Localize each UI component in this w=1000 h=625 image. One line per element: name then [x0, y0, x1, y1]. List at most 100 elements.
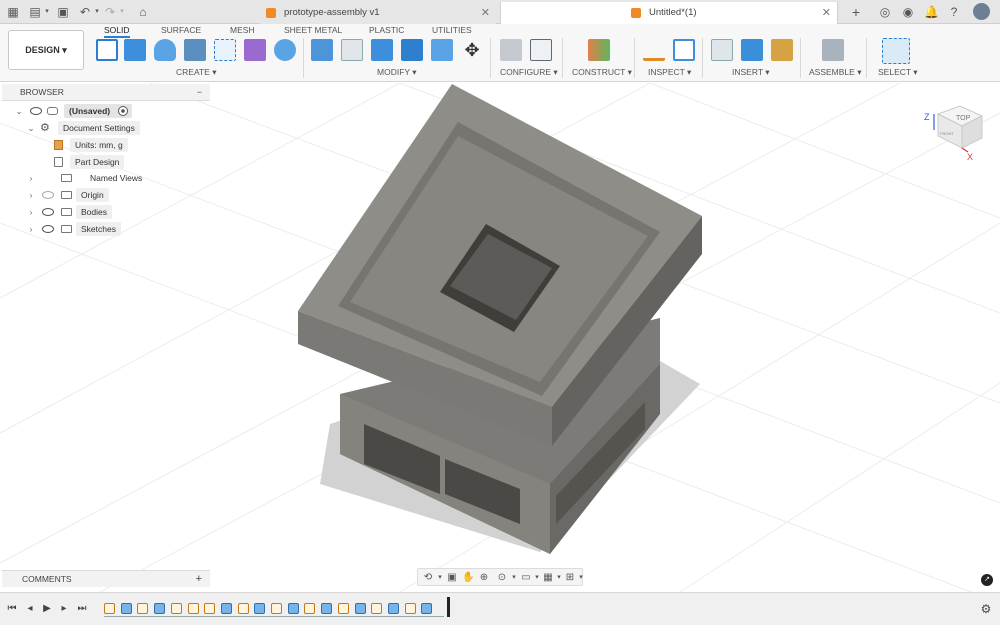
section-analysis-icon[interactable] [673, 39, 695, 61]
model-3d-view[interactable] [290, 84, 710, 554]
browser-root[interactable]: ⌄ (Unsaved) [14, 104, 214, 118]
timeline-sketch-item[interactable] [404, 603, 416, 614]
move-copy-icon[interactable]: ✥ [461, 39, 483, 61]
viewports-chevron-icon[interactable]: ▾ [575, 572, 587, 584]
group-inspect[interactable]: INSPECT ▾ [648, 67, 691, 78]
timeline-extrude-item[interactable] [421, 603, 433, 614]
viewcube[interactable]: TOP FRONT Z X [920, 100, 990, 160]
chevron-right-icon[interactable]: › [26, 188, 36, 202]
avatar[interactable] [973, 3, 990, 20]
timeline-settings-gear-icon[interactable]: ⚙ [980, 603, 992, 615]
group-select[interactable]: SELECT ▾ [878, 67, 918, 78]
group-create[interactable]: CREATE ▾ [176, 67, 217, 78]
timeline-sketch-item[interactable] [237, 603, 249, 614]
tab-sheet-metal[interactable]: SHEET METAL [284, 25, 342, 35]
app-grid-icon[interactable]: ▦ [6, 5, 20, 19]
timeline-marker[interactable] [447, 597, 450, 617]
chevron-right-icon[interactable]: › [26, 222, 36, 236]
box-icon[interactable] [244, 39, 266, 61]
select-icon[interactable] [882, 38, 910, 64]
browser-document-settings[interactable]: ⌄ ⚙ Document Settings [26, 121, 216, 135]
browser-named-views[interactable]: › Named Views [26, 171, 216, 185]
visibility-eye-icon[interactable] [42, 208, 54, 216]
comments-panel[interactable]: COMMENTS + [2, 570, 210, 587]
extrude-icon[interactable] [124, 39, 146, 61]
tab-plastic[interactable]: PLASTIC [369, 25, 404, 35]
help-icon[interactable]: ? [947, 5, 961, 19]
group-assemble[interactable]: ASSEMBLE ▾ [809, 67, 861, 78]
tab-solid[interactable]: SOLID [104, 25, 130, 38]
timeline-extrude-item[interactable] [220, 603, 232, 614]
save-icon[interactable]: ▣ [56, 5, 70, 19]
browser-bodies[interactable]: › Bodies [26, 205, 216, 219]
browser-header[interactable]: BROWSER − [2, 84, 210, 101]
look-at-icon[interactable]: ▣ [446, 572, 458, 584]
group-insert[interactable]: INSERT ▾ [732, 67, 770, 78]
visibility-hidden-eye-icon[interactable] [42, 191, 54, 199]
visibility-eye-icon[interactable] [30, 107, 42, 115]
fit-chevron-icon[interactable]: ▾ [508, 572, 520, 584]
timeline-extrude-item[interactable] [287, 603, 299, 614]
timeline-extrude-item[interactable] [387, 603, 399, 614]
shell-icon[interactable] [401, 39, 423, 61]
zoom-icon[interactable]: ⊕ [478, 572, 490, 584]
timeline-sketch-item[interactable] [170, 603, 182, 614]
revolve-icon[interactable] [154, 39, 176, 61]
hole-icon[interactable] [184, 39, 206, 61]
plane-icon[interactable] [588, 39, 610, 61]
activate-radio-icon[interactable] [118, 106, 128, 116]
configure-icon[interactable] [500, 39, 522, 61]
tab-prototype-assembly[interactable]: prototype-assembly v1 ✕ [260, 2, 496, 24]
browser-units[interactable]: Units: mm, g [54, 138, 214, 152]
joint-icon[interactable] [822, 39, 844, 61]
timeline-sketch-item[interactable] [337, 603, 349, 614]
close-icon[interactable]: ✕ [481, 2, 490, 24]
timeline-extrude-item[interactable] [120, 603, 132, 614]
new-tab-icon[interactable]: + [849, 5, 863, 19]
add-comment-icon[interactable]: + [196, 571, 202, 588]
go-to-start-icon[interactable]: ⏮ [6, 603, 18, 615]
close-icon[interactable]: ✕ [822, 2, 831, 24]
file-menu-chevron-icon[interactable]: ▾ [40, 5, 54, 19]
visibility-eye-icon[interactable] [42, 225, 54, 233]
orbit-icon[interactable]: ⟲ [422, 572, 434, 584]
timeline-sketch-item[interactable] [187, 603, 199, 614]
timeline-sketch-item[interactable] [304, 603, 316, 614]
chevron-down-icon[interactable]: ⌄ [14, 104, 24, 118]
tab-mesh[interactable]: MESH [230, 25, 255, 35]
browser-sketches[interactable]: › Sketches [26, 222, 216, 236]
chevron-right-icon[interactable]: › [26, 205, 36, 219]
group-construct[interactable]: CONSTRUCT ▾ [572, 67, 632, 78]
go-to-end-icon[interactable]: ⏭ [76, 603, 88, 615]
insert-image-icon[interactable] [741, 39, 763, 61]
step-back-icon[interactable]: ◂ [24, 603, 36, 615]
group-modify[interactable]: MODIFY ▾ [377, 67, 417, 78]
pan-icon[interactable]: ✋ [462, 572, 474, 584]
notifications-icon[interactable]: 🔔 [924, 5, 939, 19]
text-commands-icon[interactable]: ↗ [981, 574, 993, 586]
timeline-sketch-item[interactable] [204, 603, 216, 614]
timeline-sketch-item[interactable] [371, 603, 383, 614]
group-configure[interactable]: CONFIGURE ▾ [500, 67, 558, 78]
combine-icon[interactable] [274, 39, 296, 61]
timeline-extrude-item[interactable] [154, 603, 166, 614]
fit-icon[interactable]: ⊙ [496, 572, 508, 584]
chevron-down-icon[interactable]: ⌄ [26, 121, 36, 135]
pattern-icon[interactable] [214, 39, 236, 61]
orbit-chevron-icon[interactable]: ▾ [434, 572, 446, 584]
chevron-right-icon[interactable]: › [26, 171, 36, 185]
timeline-extrude-item[interactable] [354, 603, 366, 614]
step-forward-icon[interactable]: ▸ [58, 603, 70, 615]
tab-untitled[interactable]: Untitled*(1) ✕ [500, 2, 838, 24]
timeline-sketch-item[interactable] [137, 603, 149, 614]
extensions-icon[interactable]: ◎ [878, 5, 892, 19]
timeline-sketch-item[interactable] [271, 603, 282, 614]
browser-origin[interactable]: › Origin [26, 188, 216, 202]
table-icon[interactable] [530, 39, 552, 61]
press-pull-icon[interactable] [311, 39, 333, 61]
undo-chevron-icon[interactable]: ▾ [90, 5, 104, 19]
play-icon[interactable]: ▶ [41, 603, 53, 615]
measure-icon[interactable] [643, 39, 665, 61]
split-body-icon[interactable] [431, 39, 453, 61]
redo-chevron-icon[interactable]: ▾ [115, 5, 129, 19]
